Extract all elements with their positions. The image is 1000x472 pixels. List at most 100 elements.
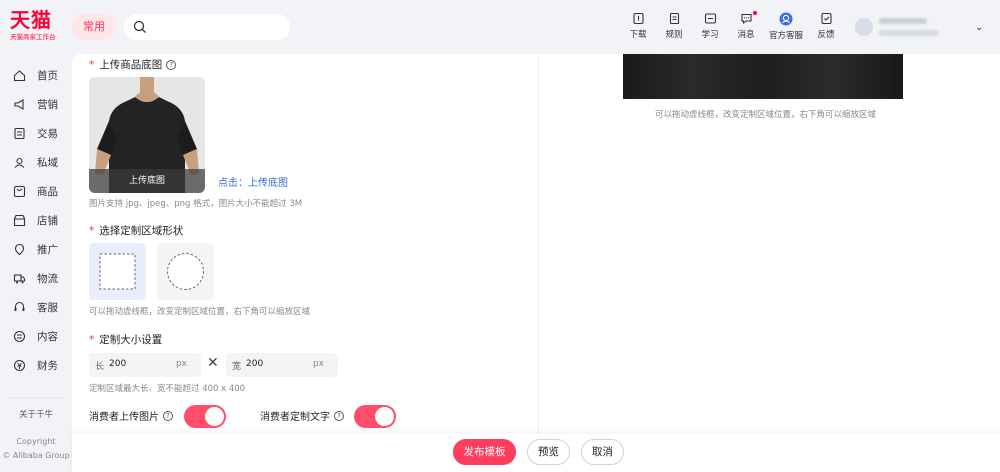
marketing-icon xyxy=(14,98,24,110)
customer-service-icon xyxy=(779,12,793,26)
width-input[interactable]: 宽 200 px xyxy=(226,353,338,377)
required-mark: * xyxy=(89,333,95,346)
consumer-image-toggle-label: 消费者上传图片 ? xyxy=(89,408,173,423)
sidebar-item-goods[interactable]: 商品 xyxy=(13,182,58,200)
logistics-icon xyxy=(13,273,26,283)
tmall-logo[interactable]: 天猫 天猫商家工作台 xyxy=(10,8,56,42)
rules-button[interactable]: 规则 xyxy=(656,12,692,44)
sidebar-item-label: 物流 xyxy=(37,272,58,285)
sidebar-item-label: 交易 xyxy=(37,127,58,140)
shape-option-square[interactable] xyxy=(89,243,146,300)
header-toolbar: 下载 规则 学习 消息 官方客服 反馈 xyxy=(620,11,844,44)
upload-base-image-button[interactable]: 上传底图 xyxy=(89,169,205,193)
sidebar: 首页 营销 交易 私域 商品 店铺 推广 物流 客服 内容 财务 关于千牛 Co xyxy=(0,54,72,472)
message-label: 消息 xyxy=(737,30,755,40)
cancel-button[interactable]: 取消 xyxy=(581,439,624,465)
message-icon xyxy=(740,13,752,25)
consumer-text-toggle-label: 消费者定制文字 ? xyxy=(260,408,344,423)
sidebar-item-label: 客服 xyxy=(37,301,58,314)
column-divider xyxy=(538,54,539,434)
goods-icon xyxy=(13,185,26,197)
search-box[interactable] xyxy=(124,14,290,40)
size-title-text: 定制大小设置 xyxy=(99,334,163,346)
message-button[interactable]: 消息 xyxy=(728,11,764,44)
width-key: 宽 xyxy=(232,362,242,372)
sidebar-item-store[interactable]: 店铺 xyxy=(13,211,58,229)
download-label: 下载 xyxy=(629,30,647,40)
sidebar-item-service[interactable]: 客服 xyxy=(13,298,58,316)
sidebar-item-private-domain[interactable]: 私域 xyxy=(13,153,58,171)
sidebar-item-label: 商品 xyxy=(37,185,58,198)
shape-section-title: * 选择定制区域形状 xyxy=(89,223,183,238)
private-domain-icon xyxy=(14,157,25,168)
size-hint: 定制区域最大长、宽不能超过 400 x 400 xyxy=(89,384,246,394)
rules-icon xyxy=(669,12,679,25)
unread-dot xyxy=(753,11,757,15)
sidebar-item-logistics[interactable]: 物流 xyxy=(13,269,58,287)
shape-hint: 可以拖动虚线框，改变定制区域位置，右下角可以缩放区域 xyxy=(89,307,311,317)
base-image-upload[interactable]: 上传底图 xyxy=(89,77,205,193)
search-input[interactable] xyxy=(152,18,282,36)
consumer-text-toggle[interactable] xyxy=(354,405,396,428)
sidebar-item-home[interactable]: 首页 xyxy=(13,66,58,84)
sidebar-item-finance[interactable]: 财务 xyxy=(13,356,58,374)
trade-icon xyxy=(14,127,25,139)
preview-button[interactable]: 预览 xyxy=(527,439,570,465)
rules-label: 规则 xyxy=(665,30,683,40)
search-icon xyxy=(133,20,146,33)
learn-label: 学习 xyxy=(701,30,719,40)
help-icon[interactable]: ? xyxy=(166,59,177,70)
copyright-owner: © Alibaba Group xyxy=(2,451,70,460)
account-name-blurred xyxy=(879,18,927,24)
sidebar-item-label: 店铺 xyxy=(37,214,58,227)
account-menu[interactable]: ⌄ xyxy=(855,16,985,40)
customer-service-label: 官方客服 xyxy=(768,31,803,41)
sidebar-item-marketing[interactable]: 营销 xyxy=(13,95,58,113)
length-input[interactable]: 长 200 px xyxy=(89,353,201,377)
width-unit: px xyxy=(312,359,324,369)
top-header: 天猫 天猫商家工作台 常用 下载 规则 学习 消息 官方客服 反馈 ⌄ xyxy=(0,0,1000,54)
finance-icon xyxy=(13,359,26,371)
preview-image[interactable] xyxy=(623,54,903,99)
about-qianniu-link[interactable]: 关于千牛 xyxy=(0,408,72,420)
length-key: 长 xyxy=(95,362,105,372)
upload-format-hint: 图片支持 jpg、jpeg、png 格式，图片大小不能超过 3M xyxy=(89,199,303,209)
required-mark: * xyxy=(89,224,95,237)
length-unit: px xyxy=(175,359,187,369)
publish-template-button[interactable]: 发布模板 xyxy=(453,439,516,465)
sidebar-item-label: 私域 xyxy=(37,156,58,169)
sidebar-item-label: 推广 xyxy=(37,243,58,256)
sidebar-item-promotion[interactable]: 推广 xyxy=(13,240,58,258)
preview-hint: 可以拖动虚线框，改变定制区域位置，右下角可以缩放区域 xyxy=(655,110,877,120)
help-icon[interactable]: ? xyxy=(334,410,344,421)
length-value: 200 xyxy=(109,359,127,369)
sidebar-item-trade[interactable]: 交易 xyxy=(13,124,58,142)
upload-base-image-link[interactable]: 点击：上传底图 xyxy=(218,174,288,189)
dashed-circle-icon xyxy=(167,253,204,290)
toggle-knob xyxy=(205,407,224,426)
upload-link-prefix: 点击： xyxy=(218,178,248,189)
consumer-image-toggle[interactable] xyxy=(184,405,226,428)
common-button[interactable]: 常用 xyxy=(72,14,116,40)
download-icon xyxy=(632,12,644,25)
feedback-label: 反馈 xyxy=(817,30,835,40)
download-button[interactable]: 下载 xyxy=(620,12,656,44)
feedback-icon xyxy=(820,12,832,25)
sidebar-item-label: 营销 xyxy=(37,98,58,111)
account-id-blurred xyxy=(879,30,939,36)
customer-service-button[interactable]: 官方客服 xyxy=(764,12,808,44)
store-icon xyxy=(13,214,26,226)
shape-option-circle[interactable] xyxy=(157,243,214,300)
shape-title-text: 选择定制区域形状 xyxy=(99,225,184,237)
sidebar-item-content[interactable]: 内容 xyxy=(13,327,58,345)
consumer-image-label-text: 消费者上传图片 xyxy=(89,412,159,423)
upload-section-title: * 上传商品底图 ? xyxy=(89,57,177,72)
consumer-text-label-text: 消费者定制文字 xyxy=(260,412,330,423)
copyright-line: Copyright xyxy=(16,437,56,446)
promotion-icon xyxy=(14,243,25,255)
width-value: 200 xyxy=(246,359,264,369)
learn-button[interactable]: 学习 xyxy=(692,12,728,44)
help-icon[interactable]: ? xyxy=(163,410,173,421)
feedback-button[interactable]: 反馈 xyxy=(808,12,844,44)
required-mark: * xyxy=(89,58,95,71)
